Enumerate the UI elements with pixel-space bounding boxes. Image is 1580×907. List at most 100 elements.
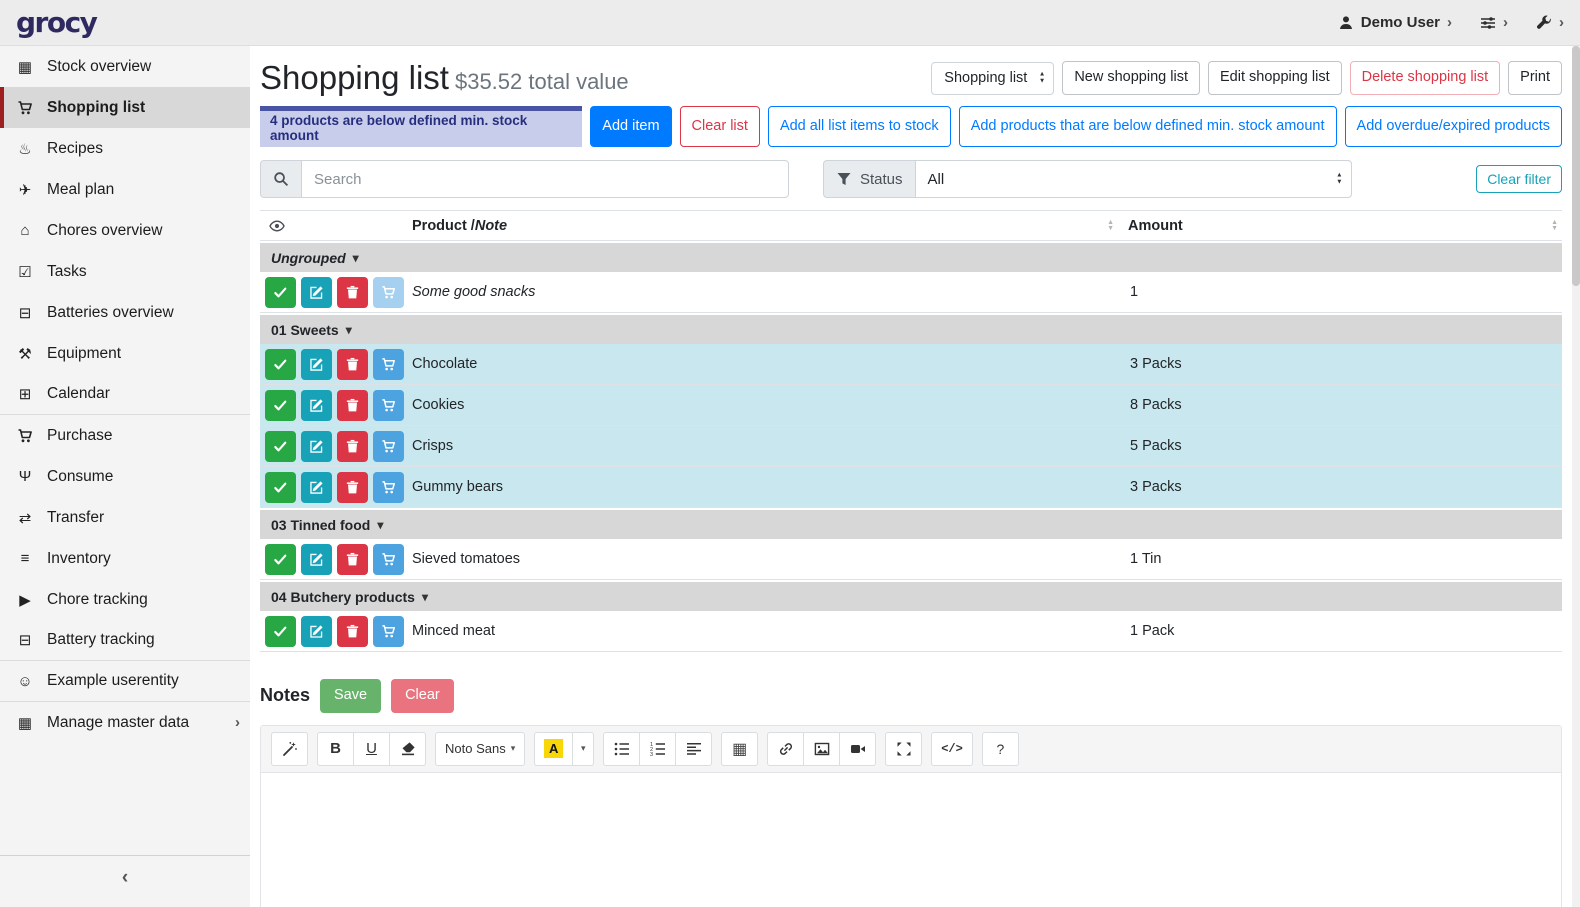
edit-shopping-list-button[interactable]: Edit shopping list <box>1208 61 1342 95</box>
unordered-list-button[interactable] <box>603 732 640 766</box>
row-done-button[interactable] <box>265 472 296 503</box>
sidebar-item-tasks[interactable]: ☑ Tasks <box>0 251 250 292</box>
clear-filter-button[interactable]: Clear filter <box>1476 165 1562 194</box>
delete-shopping-list-button[interactable]: Delete shopping list <box>1350 61 1501 95</box>
row-done-button[interactable] <box>265 277 296 308</box>
new-shopping-list-button[interactable]: New shopping list <box>1062 61 1200 95</box>
sidebar-item-batteries-overview[interactable]: ⊟ Batteries overview <box>0 292 250 333</box>
sidebar-item-inventory[interactable]: ≡ Inventory <box>0 538 250 579</box>
add-overdue-button[interactable]: Add overdue/expired products <box>1345 106 1562 147</box>
row-done-button[interactable] <box>265 431 296 462</box>
add-all-to-stock-button[interactable]: Add all list items to stock <box>768 106 951 147</box>
shopping-cart-icon <box>14 99 36 116</box>
ordered-list-button[interactable] <box>639 732 676 766</box>
row-add-to-stock-button[interactable] <box>373 544 404 575</box>
paragraph-align-button[interactable] <box>675 732 712 766</box>
insert-link-button[interactable] <box>767 732 804 766</box>
sort-icon[interactable]: ▲▼ <box>1107 220 1114 231</box>
scrollbar[interactable] <box>1572 46 1580 907</box>
sidebar-item-stock-overview[interactable]: ▦ Stock overview <box>0 46 250 87</box>
sidebar-collapse-button[interactable]: ‹ <box>0 855 250 899</box>
insert-picture-button[interactable] <box>803 732 840 766</box>
product-group-header[interactable]: Ungrouped ▾ <box>260 243 1562 272</box>
row-edit-button[interactable] <box>301 349 332 380</box>
row-delete-button[interactable] <box>337 544 368 575</box>
product-group-header[interactable]: 04 Butchery products ▾ <box>260 582 1562 611</box>
sidebar-item-meal-plan[interactable]: ✈ Meal plan <box>0 169 250 210</box>
admin-menu[interactable]: › <box>1536 14 1564 31</box>
notes-save-button[interactable]: Save <box>320 679 381 713</box>
product-column-header[interactable]: Product / Note ▲▼ <box>412 218 1128 234</box>
add-below-min-stock-button[interactable]: Add products that are below defined min.… <box>959 106 1337 147</box>
status-select[interactable]: All ▲▼ <box>915 160 1352 198</box>
sidebar-item-consume[interactable]: Ψ Consume <box>0 456 250 497</box>
row-add-to-stock-button[interactable] <box>373 349 404 380</box>
video-icon <box>850 741 866 757</box>
row-add-to-stock-button[interactable] <box>373 431 404 462</box>
sidebar-item-battery-tracking[interactable]: ⊟ Battery tracking <box>0 620 250 661</box>
user-menu[interactable]: Demo User › <box>1338 14 1452 31</box>
sidebar-item-equipment[interactable]: ⚒ Equipment <box>0 333 250 374</box>
row-done-button[interactable] <box>265 390 296 421</box>
notes-clear-button[interactable]: Clear <box>391 679 454 713</box>
numbered-list-icon <box>650 741 666 757</box>
main-content: Shopping list$35.52 total value Shopping… <box>250 46 1572 907</box>
clear-list-button[interactable]: Clear list <box>680 106 760 147</box>
below-min-stock-banner[interactable]: 4 products are below defined min. stock … <box>260 106 582 147</box>
underline-button[interactable]: U <box>353 732 390 766</box>
row-delete-button[interactable] <box>337 390 368 421</box>
sidebar-item-recipes[interactable]: ♨ Recipes <box>0 128 250 169</box>
row-delete-button[interactable] <box>337 616 368 647</box>
row-delete-button[interactable] <box>337 277 368 308</box>
row-done-button[interactable] <box>265 349 296 380</box>
row-done-button[interactable] <box>265 616 296 647</box>
row-product: Gummy bears <box>412 479 1128 495</box>
row-add-to-stock-button[interactable] <box>373 616 404 647</box>
settings-menu[interactable]: › <box>1480 14 1508 31</box>
sidebar-item-manage-master-data[interactable]: ▦ Manage master data › <box>0 702 250 743</box>
sidebar-item-calendar[interactable]: ⊞ Calendar <box>0 374 250 415</box>
add-item-button[interactable]: Add item <box>590 106 671 147</box>
row-add-to-stock-button[interactable] <box>373 472 404 503</box>
row-delete-button[interactable] <box>337 431 368 462</box>
row-edit-button[interactable] <box>301 544 332 575</box>
style-magic-button[interactable] <box>271 732 308 766</box>
font-family-select[interactable]: Noto Sans ▾ <box>435 732 525 766</box>
row-edit-button[interactable] <box>301 431 332 462</box>
product-group-header[interactable]: 01 Sweets ▾ <box>260 315 1562 344</box>
sidebar-item-purchase[interactable]: Purchase <box>0 415 250 456</box>
row-done-button[interactable] <box>265 544 296 575</box>
row-edit-button[interactable] <box>301 472 332 503</box>
row-delete-button[interactable] <box>337 349 368 380</box>
color-dropdown-button[interactable]: ▾ <box>572 732 594 766</box>
scrollbar-thumb[interactable] <box>1572 46 1580 286</box>
row-edit-button[interactable] <box>301 616 332 647</box>
notes-editor-body[interactable] <box>261 773 1561 907</box>
sidebar-item-chore-tracking[interactable]: ▶ Chore tracking <box>0 579 250 620</box>
shopping-list-select[interactable]: Shopping list ▲▼ <box>931 62 1054 95</box>
row-delete-button[interactable] <box>337 472 368 503</box>
row-edit-button[interactable] <box>301 390 332 421</box>
insert-video-button[interactable] <box>839 732 876 766</box>
code-view-button[interactable]: </> <box>931 732 973 766</box>
row-add-to-stock-button[interactable] <box>373 277 404 308</box>
amount-column-header[interactable]: Amount ▲▼ <box>1128 218 1562 234</box>
insert-table-button[interactable]: ▦ <box>721 732 758 766</box>
search-input[interactable] <box>301 160 789 198</box>
help-button[interactable]: ? <box>982 732 1019 766</box>
sidebar-item-example-userentity[interactable]: ☺ Example userentity <box>0 661 250 702</box>
row-edit-button[interactable] <box>301 277 332 308</box>
fullscreen-button[interactable] <box>885 732 922 766</box>
sidebar-item-shopping-list[interactable]: Shopping list <box>0 87 250 128</box>
visibility-column-eye-icon[interactable] <box>260 217 412 233</box>
row-add-to-stock-button[interactable] <box>373 390 404 421</box>
grocy-logo[interactable]: grocy <box>16 6 96 39</box>
clear-formatting-button[interactable] <box>389 732 426 766</box>
highlight-color-button[interactable]: A <box>534 732 573 766</box>
sort-icon[interactable]: ▲▼ <box>1551 220 1558 231</box>
product-group-header[interactable]: 03 Tinned food ▾ <box>260 510 1562 539</box>
bold-button[interactable]: B <box>317 732 354 766</box>
print-button[interactable]: Print <box>1508 61 1562 95</box>
sidebar-item-chores-overview[interactable]: ⌂ Chores overview <box>0 210 250 251</box>
sidebar-item-transfer[interactable]: ⇄ Transfer <box>0 497 250 538</box>
